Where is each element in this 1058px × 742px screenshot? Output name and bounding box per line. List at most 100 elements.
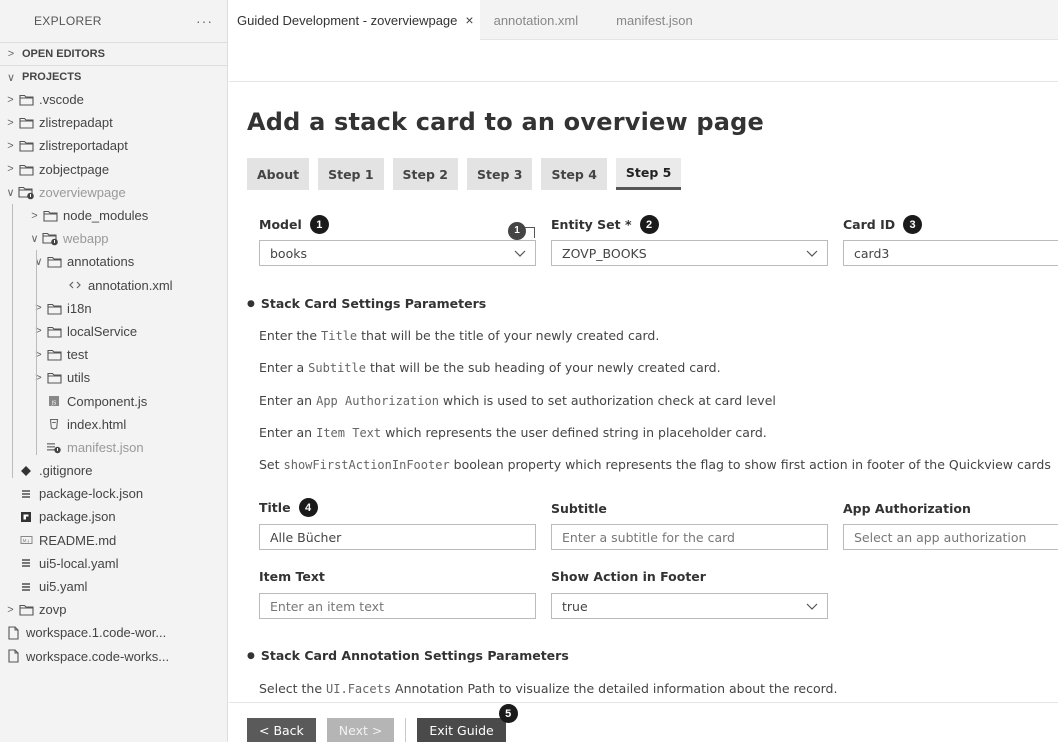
folder-zoverviewpage[interactable]: ∨ zoverviewpage <box>0 181 227 204</box>
model-value: books <box>270 245 307 261</box>
file-gitignore[interactable]: .gitignore <box>0 459 227 482</box>
folder-i18n[interactable]: > i18n <box>0 297 227 320</box>
file-ui5-yaml[interactable]: ui5.yaml <box>0 575 227 598</box>
subtitle-input[interactable]: Enter a subtitle for the card <box>551 524 828 550</box>
step-tabs: About Step 1 Step 2 Step 3 Step 4 Step 5 <box>247 158 682 190</box>
tab-manifest-json[interactable]: manifest.json <box>604 0 723 40</box>
folder-zovp[interactable]: > zovp <box>0 598 227 621</box>
entity-set-select[interactable]: ZOVP_BOOKS <box>551 240 828 266</box>
indent-guide <box>12 204 13 479</box>
chevron-down-icon <box>805 599 819 616</box>
entity-set-value: ZOVP_BOOKS <box>562 245 647 261</box>
chevron-right-icon: > <box>7 163 14 176</box>
open-editors-section[interactable]: > OPEN EDITORS <box>0 42 227 65</box>
settings-heading-text: Stack Card Settings Parameters <box>260 296 487 311</box>
folder-icon <box>45 348 63 361</box>
instruction-text: Enter an <box>259 393 317 408</box>
tree-item-label: package.json <box>39 509 116 525</box>
folder-vscode[interactable]: > .vscode <box>0 88 227 111</box>
instruction-line: Enter a Subtitle that will be the sub he… <box>259 360 721 375</box>
folder-annotations[interactable]: ∨ annotations <box>0 250 227 273</box>
show-action-select[interactable]: true <box>551 593 828 619</box>
folder-icon <box>45 371 63 384</box>
divider <box>229 702 1058 703</box>
file-annotation-xml[interactable]: annotation.xml <box>0 274 227 297</box>
chevron-right-icon: > <box>35 348 42 361</box>
markdown-icon: M↓ <box>17 534 35 546</box>
tree-item-label: .vscode <box>39 92 84 108</box>
file-component-js[interactable]: JS Component.js <box>0 389 227 412</box>
projects-section[interactable]: ∨ PROJECTS <box>0 65 227 88</box>
instruction-code: Item Text <box>316 426 382 440</box>
tab-step-1[interactable]: Step 1 <box>318 158 384 190</box>
file-package-json[interactable]: package.json <box>0 505 227 528</box>
card-id-input[interactable]: card3 <box>843 240 1058 266</box>
explorer-sidebar: EXPLORER ··· > OPEN EDITORS ∨ PROJECTS >… <box>0 0 228 742</box>
tree-item-label: localService <box>67 323 138 339</box>
next-button[interactable]: Next > <box>326 718 395 742</box>
annotation-heading-text: Stack Card Annotation Settings Parameter… <box>260 648 569 663</box>
tab-step-3[interactable]: Step 3 <box>467 158 533 190</box>
folder-zobjectpage[interactable]: > zobjectpage <box>0 158 227 181</box>
tab-guided-development[interactable]: Guided Development - zoverviewpage × <box>229 0 480 40</box>
folder-icon <box>41 209 59 222</box>
annotation-instruction: Select the UI.Facets Annotation Path to … <box>259 681 837 696</box>
file-icon <box>4 626 22 640</box>
tab-step-4[interactable]: Step 4 <box>541 158 607 190</box>
exit-guide-button[interactable]: Exit Guide 5 <box>417 704 518 742</box>
callout-badge: 3 <box>903 215 923 234</box>
file-icon <box>4 649 22 663</box>
file-workspace-1[interactable]: workspace.1.code-wor... <box>0 621 227 644</box>
folder-localservice[interactable]: > localService <box>0 320 227 343</box>
tab-label: manifest.json <box>616 12 693 28</box>
tab-about[interactable]: About <box>247 158 310 190</box>
button-separator <box>405 718 407 742</box>
folder-zlistrepadapt[interactable]: > zlistrepadapt <box>0 111 227 134</box>
instruction-code: UI.Facets <box>326 682 392 696</box>
tab-annotation-xml[interactable]: annotation.xml <box>480 0 605 40</box>
projects-label: PROJECTS <box>22 71 82 83</box>
tree-item-label: annotation.xml <box>88 277 173 293</box>
folder-test[interactable]: > test <box>0 343 227 366</box>
close-icon[interactable]: × <box>465 12 473 28</box>
instruction-text: which represents the user defined string… <box>381 425 767 440</box>
tree-item-label: zoverviewpage <box>39 184 126 200</box>
file-manifest-json[interactable]: manifest.json <box>0 436 227 459</box>
item-text-placeholder: Enter an item text <box>270 598 384 614</box>
folder-zlistreportadapt[interactable]: > zlistreportadapt <box>0 134 227 157</box>
folder-node-modules[interactable]: > node_modules <box>0 204 227 227</box>
tab-step-2[interactable]: Step 2 <box>392 158 458 190</box>
folder-webapp[interactable]: ∨ webapp <box>0 227 227 250</box>
title-input[interactable]: Alle Bücher <box>259 524 536 550</box>
tree-item-label: node_modules <box>63 208 149 224</box>
folder-icon <box>17 163 35 176</box>
file-workspace-2[interactable]: workspace.code-works... <box>0 645 227 668</box>
item-text-label: Item Text <box>259 569 325 584</box>
tree-item-label: zovp <box>39 602 67 618</box>
file-readme-md[interactable]: M↓ README.md <box>0 529 227 552</box>
instruction-text: Enter the <box>259 328 322 343</box>
card-id-value: card3 <box>854 245 890 261</box>
wizard-actions: < Back Next > Exit Guide 5 <box>247 704 518 742</box>
callout-badge: 5 <box>498 704 518 723</box>
model-select[interactable]: books <box>259 240 536 266</box>
file-ui5-local-yaml[interactable]: ui5-local.yaml <box>0 552 227 575</box>
file-index-html[interactable]: index.html <box>0 413 227 436</box>
code-icon <box>66 279 84 291</box>
item-text-input[interactable]: Enter an item text <box>259 593 536 619</box>
file-package-lock-json[interactable]: package-lock.json <box>0 482 227 505</box>
more-actions-icon[interactable]: ··· <box>196 13 213 29</box>
back-button[interactable]: < Back <box>247 718 316 742</box>
folder-utils[interactable]: > utils <box>0 366 227 389</box>
model-label: Model 1 <box>259 215 329 234</box>
app-authorization-select[interactable]: Select an app authorization <box>843 524 1058 550</box>
tree-item-label: .gitignore <box>39 463 93 479</box>
tree-item-label: ui5-local.yaml <box>39 555 119 571</box>
tree-item-label: webapp <box>63 231 109 247</box>
card-id-label-text: Card ID <box>843 217 896 232</box>
subtitle-placeholder: Enter a subtitle for the card <box>562 529 735 545</box>
tab-step-5[interactable]: Step 5 <box>615 158 682 190</box>
stack-file-icon <box>17 581 35 593</box>
bullet-icon: ● <box>247 651 255 661</box>
exit-guide-label: Exit Guide <box>429 722 494 738</box>
